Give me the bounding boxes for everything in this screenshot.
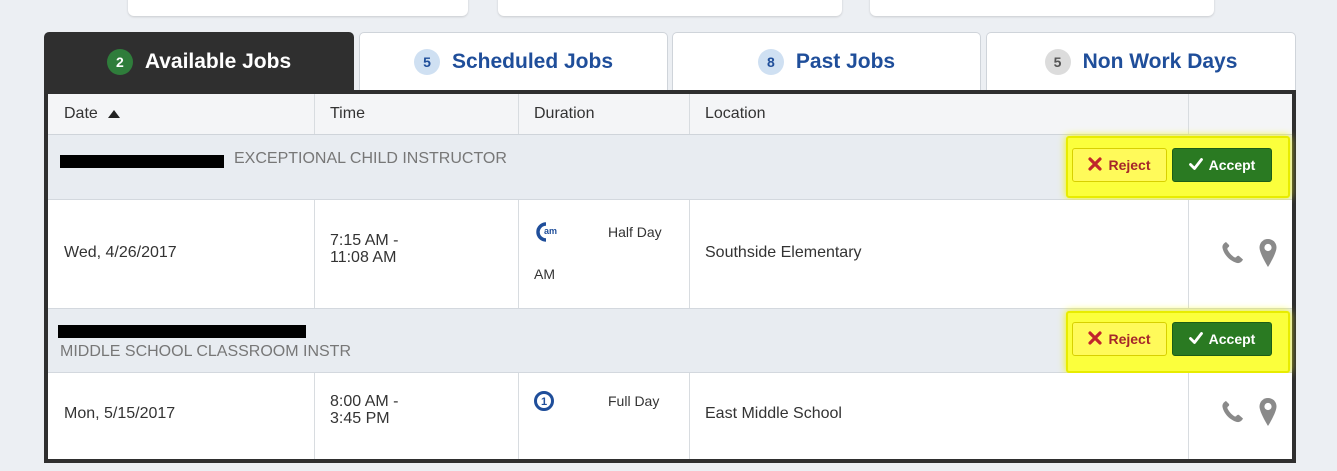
column-header-time[interactable]: Time (314, 94, 518, 134)
column-divider (518, 200, 519, 308)
redacted-name (60, 155, 224, 168)
full-day-icon: 1 (534, 391, 554, 416)
column-divider (314, 373, 315, 459)
time-start: 7:15 AM - (330, 232, 399, 249)
accept-button[interactable]: Accept (1172, 322, 1272, 356)
column-header-location[interactable]: Location (689, 94, 1188, 134)
column-divider (314, 94, 315, 134)
job-duration: am Half Day AM (530, 222, 680, 292)
tab-count-badge: 5 (413, 48, 440, 75)
accept-label: Accept (1208, 157, 1256, 173)
column-header-label: Duration (534, 105, 595, 122)
job-group-header: EXCEPTIONAL CHILD INSTRUCTOR Reject Acce… (48, 135, 1292, 200)
job-title: MIDDLE SCHOOL CLASSROOM INSTR (60, 343, 352, 360)
phone-icon[interactable] (1220, 240, 1244, 271)
tab-past-jobs[interactable]: 8 Past Jobs (672, 32, 981, 90)
table-row: Mon, 5/15/2017 8:00 AM - 3:45 PM 1 Full … (48, 373, 1292, 459)
job-time: 8:00 AM - 3:45 PM (330, 393, 398, 427)
jobs-table: Date Time Duration Location EXCEPTIONAL … (44, 90, 1296, 463)
job-duration: 1 Full Day (530, 391, 680, 421)
column-divider (689, 373, 690, 459)
row-actions (1220, 397, 1278, 432)
column-divider (518, 94, 519, 134)
column-header-actions (1188, 94, 1292, 134)
time-start: 8:00 AM - (330, 393, 399, 410)
tab-label: Scheduled Jobs (451, 49, 614, 73)
job-tabs: 2 Available Jobs 5 Scheduled Jobs 8 Past… (44, 32, 1296, 90)
tab-non-work-days[interactable]: 5 Non Work Days (986, 32, 1296, 90)
column-divider (314, 200, 315, 308)
column-divider (1188, 373, 1189, 459)
top-card-3 (870, 0, 1214, 16)
close-icon (1088, 330, 1103, 348)
column-divider (689, 94, 690, 134)
accept-label: Accept (1208, 331, 1256, 347)
job-location: East Middle School (705, 405, 842, 422)
am-icon: am (534, 222, 564, 247)
table-header: Date Time Duration Location (48, 94, 1292, 135)
close-icon (1088, 156, 1103, 174)
tab-scheduled-jobs[interactable]: 5 Scheduled Jobs (359, 32, 668, 90)
top-card-2 (498, 0, 842, 16)
tab-count-badge: 8 (757, 48, 784, 75)
reject-label: Reject (1108, 331, 1151, 347)
duration-sub: AM (534, 266, 555, 282)
tab-available-jobs[interactable]: 2 Available Jobs (44, 32, 354, 90)
checkmark-icon (1188, 157, 1203, 173)
row-actions (1220, 238, 1278, 273)
column-header-duration[interactable]: Duration (518, 94, 689, 134)
duration-label: Half Day (608, 224, 662, 240)
tab-label: Past Jobs (795, 49, 896, 73)
time-end: 11:08 AM (330, 249, 397, 266)
top-card-1 (128, 0, 468, 16)
map-pin-icon[interactable] (1258, 238, 1278, 273)
reject-button[interactable]: Reject (1072, 148, 1167, 182)
column-divider (1188, 94, 1189, 134)
tab-label: Available Jobs (144, 49, 292, 73)
svg-text:am: am (544, 226, 557, 236)
svg-text:1: 1 (541, 396, 547, 408)
column-header-date[interactable]: Date (48, 94, 314, 134)
reject-button[interactable]: Reject (1072, 322, 1167, 356)
accept-button[interactable]: Accept (1172, 148, 1272, 182)
duration-label: Full Day (608, 393, 660, 409)
time-end: 3:45 PM (330, 410, 390, 427)
column-header-label: Location (705, 105, 766, 122)
column-divider (689, 200, 690, 308)
column-divider (518, 373, 519, 459)
sort-ascending-icon (107, 105, 120, 123)
table-row: Wed, 4/26/2017 7:15 AM - 11:08 AM am Hal… (48, 200, 1292, 309)
column-divider (1188, 200, 1189, 308)
column-header-label: Time (330, 105, 365, 122)
job-time: 7:15 AM - 11:08 AM (330, 232, 398, 266)
redacted-name (58, 325, 306, 338)
tab-label: Non Work Days (1082, 49, 1238, 73)
job-group-header: MIDDLE SCHOOL CLASSROOM INSTR Reject Acc… (48, 309, 1292, 373)
checkmark-icon (1188, 331, 1203, 347)
reject-label: Reject (1108, 157, 1151, 173)
tab-count-badge: 5 (1044, 48, 1071, 75)
map-pin-icon[interactable] (1258, 397, 1278, 432)
job-location: Southside Elementary (705, 244, 862, 261)
phone-icon[interactable] (1220, 399, 1244, 430)
job-date: Wed, 4/26/2017 (64, 244, 177, 261)
job-date: Mon, 5/15/2017 (64, 405, 176, 422)
tab-count-badge: 2 (106, 48, 133, 75)
column-header-label: Date (64, 105, 98, 122)
job-title: EXCEPTIONAL CHILD INSTRUCTOR (234, 150, 507, 167)
